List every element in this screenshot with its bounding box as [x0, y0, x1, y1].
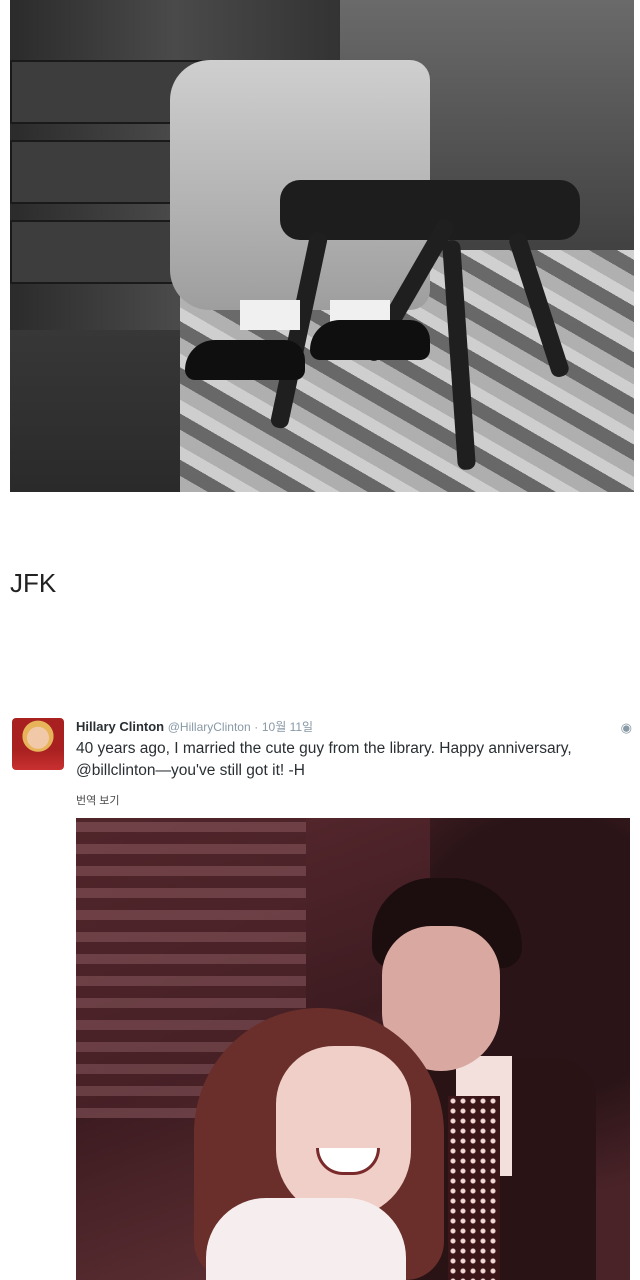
- sock-shape: [240, 300, 300, 330]
- tweet-text: 40 years ago, I married the cute guy fro…: [76, 740, 572, 779]
- translate-link[interactable]: 번역 보기: [76, 792, 120, 808]
- face-shape: [276, 1046, 411, 1218]
- tweet-header: Hillary Clinton @HillaryClinton · 10월 11…: [76, 718, 313, 735]
- shoe-shape: [185, 340, 305, 380]
- section-label: JFK: [10, 568, 57, 598]
- shoe-shape: [310, 320, 430, 360]
- tweet-photo[interactable]: [76, 818, 630, 1280]
- globe-icon: ◉: [620, 720, 632, 735]
- jfk-photo: [10, 0, 634, 492]
- tie-shape: [448, 1096, 500, 1280]
- chair-seat: [280, 180, 580, 240]
- tweet-card[interactable]: Hillary Clinton @HillaryClinton · 10월 11…: [10, 712, 634, 1280]
- blouse-shape: [206, 1198, 406, 1280]
- tweet-date[interactable]: 10월 11일: [262, 720, 313, 734]
- author-name[interactable]: Hillary Clinton: [76, 719, 164, 734]
- header-separator: ·: [254, 720, 259, 734]
- author-handle[interactable]: @HillaryClinton: [168, 720, 251, 734]
- avatar[interactable]: [12, 718, 64, 770]
